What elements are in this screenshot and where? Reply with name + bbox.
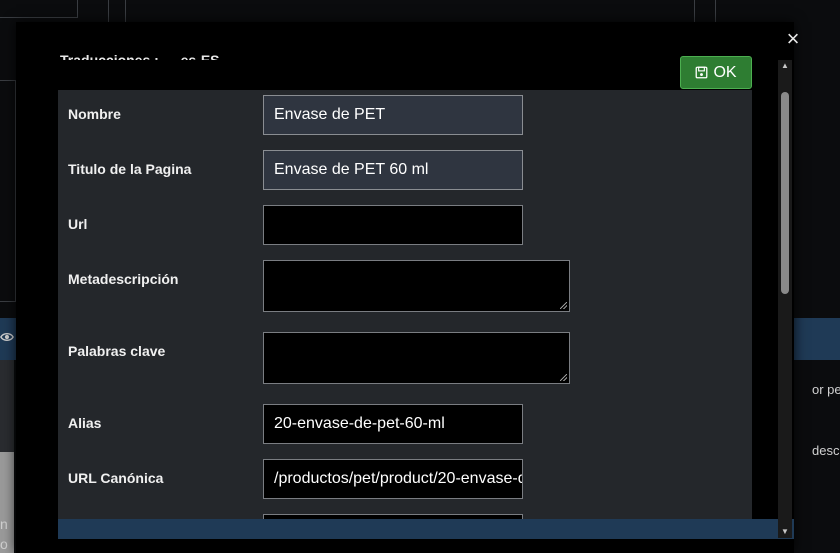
background-panel-left bbox=[0, 0, 78, 18]
field-label: Palabras clave bbox=[68, 343, 166, 359]
alias-input[interactable]: 20-envase-de-pet-60-ml bbox=[263, 404, 523, 444]
field-label: Url bbox=[68, 216, 88, 232]
floppy-disk-icon bbox=[696, 66, 708, 79]
scroll-down-icon[interactable]: ▼ bbox=[778, 526, 792, 538]
background-panel-side bbox=[0, 80, 16, 302]
modal-title: Traducciones : es-ES bbox=[60, 50, 220, 60]
field-label: Titulo de la Pagina bbox=[68, 161, 192, 177]
field-label: Metadescripción bbox=[68, 271, 179, 287]
form-footer-band bbox=[58, 519, 794, 539]
modal-title-prefix: Traducciones : bbox=[60, 52, 159, 60]
field-label: URL Canónica bbox=[68, 470, 164, 486]
canonical-url-input[interactable]: /productos/pet/product/20-envase-de-pet-… bbox=[263, 459, 523, 499]
field-label: Nombre bbox=[68, 106, 121, 122]
scroll-up-icon[interactable]: ▲ bbox=[778, 60, 792, 72]
background-text: o bbox=[0, 536, 8, 552]
nombre-input[interactable]: Envase de PET bbox=[263, 95, 523, 135]
field-label: Alias bbox=[68, 415, 102, 431]
close-icon[interactable]: × bbox=[783, 27, 803, 51]
eye-icon bbox=[0, 330, 14, 348]
resize-grip-icon[interactable] bbox=[560, 302, 567, 309]
resize-grip-icon[interactable] bbox=[560, 374, 567, 381]
ok-button-label: OK bbox=[713, 63, 737, 81]
page-title-input[interactable]: Envase de PET 60 ml bbox=[263, 150, 523, 190]
background-text: or pe bbox=[812, 382, 840, 397]
background-text: n bbox=[0, 516, 8, 532]
background-panel-right bbox=[694, 0, 716, 24]
meta-description-textarea[interactable] bbox=[263, 260, 570, 312]
ok-button[interactable]: OK bbox=[680, 56, 752, 89]
keywords-textarea[interactable] bbox=[263, 332, 570, 384]
background-panel-center bbox=[108, 0, 126, 24]
url-input[interactable] bbox=[263, 205, 523, 245]
modal-title-language: es-ES bbox=[180, 52, 220, 60]
translation-form: Nombre Envase de PET Titulo de la Pagina… bbox=[58, 90, 752, 539]
scrollbar-thumb[interactable] bbox=[781, 92, 789, 294]
modal-scrollbar[interactable]: ▲ ▼ bbox=[778, 60, 792, 538]
translations-modal: Traducciones : es-ES OK Nombre Envase de… bbox=[16, 22, 794, 553]
background-text: desc bbox=[812, 443, 840, 458]
